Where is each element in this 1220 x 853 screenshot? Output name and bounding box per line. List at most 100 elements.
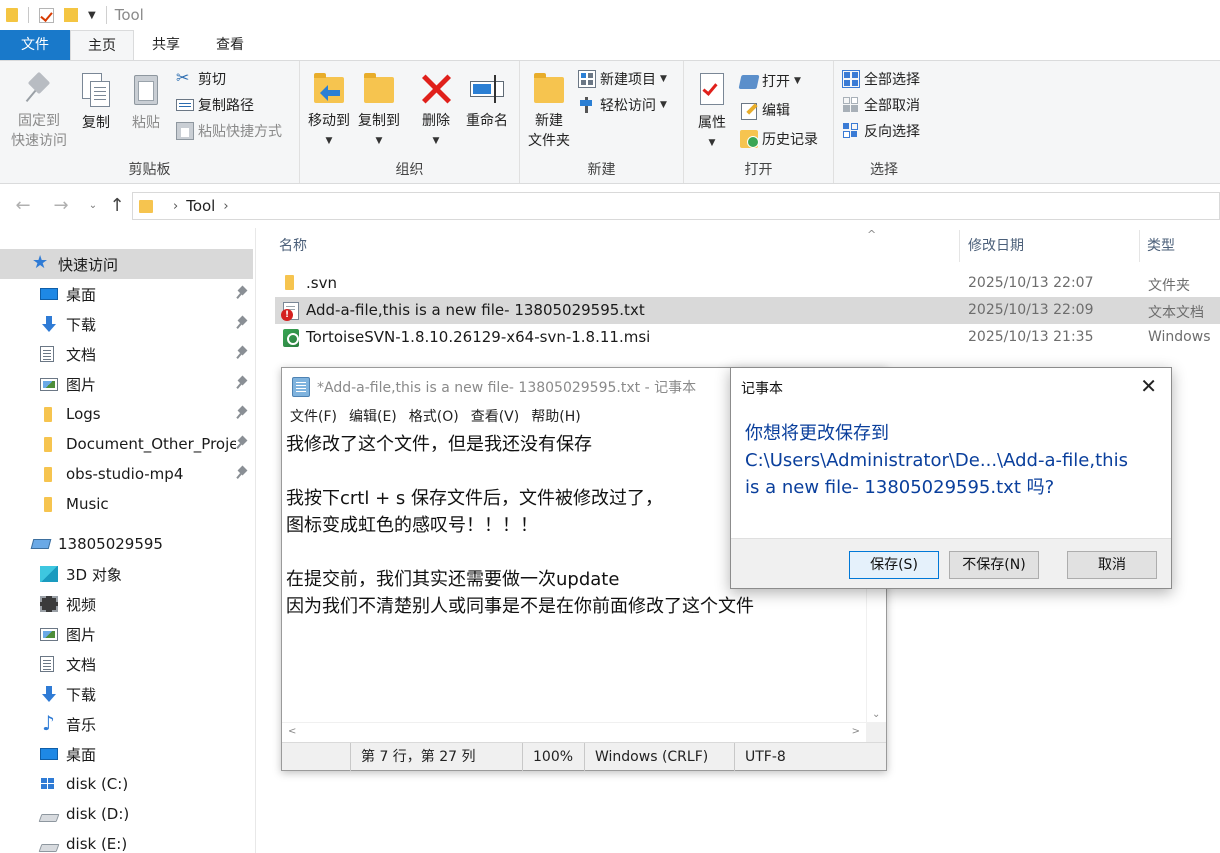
tab-file[interactable]: 文件 xyxy=(0,30,70,60)
menu-edit[interactable]: 编辑(E) xyxy=(341,405,397,429)
scroll-down-icon[interactable]: ⌄ xyxy=(872,709,880,720)
edit-button[interactable]: 编辑 xyxy=(740,98,790,122)
nav-item-pc-pictures[interactable]: 图片 xyxy=(0,619,253,649)
nav-item-pc-desktop[interactable]: 桌面 xyxy=(0,739,253,769)
back-arrow-icon[interactable]: ← xyxy=(10,194,36,218)
drive-icon xyxy=(38,844,60,852)
column-divider[interactable] xyxy=(1139,230,1140,262)
new-folder-label: 新建 文件夹 xyxy=(528,113,570,149)
delete-button[interactable]: 删除 ▼ xyxy=(416,69,456,151)
new-folder-button[interactable]: 新建 文件夹 xyxy=(524,69,574,151)
dont-save-button[interactable]: 不保存(N) xyxy=(949,551,1039,579)
edit-icon xyxy=(740,101,758,120)
properties-icon[interactable] xyxy=(39,7,54,23)
column-divider[interactable] xyxy=(959,230,960,262)
tab-view[interactable]: 查看 xyxy=(198,30,262,60)
chevron-right-icon[interactable]: › xyxy=(173,199,178,214)
nav-item-documents[interactable]: 文档 xyxy=(0,339,253,369)
select-none-button[interactable]: 全部取消 xyxy=(842,93,920,117)
file-row-tortoisesvn-msi[interactable]: TortoiseSVN-1.8.10.26129-x64-svn-1.8.11.… xyxy=(275,324,1220,351)
open-label: 打开 xyxy=(762,74,790,90)
tab-share[interactable]: 共享 xyxy=(134,30,198,60)
breadcrumb-tool[interactable]: Tool xyxy=(186,197,215,215)
invert-selection-icon xyxy=(842,122,860,140)
menu-format[interactable]: 格式(O) xyxy=(401,405,459,429)
scroll-right-icon[interactable]: > xyxy=(852,726,860,737)
address-bar[interactable]: › Tool › xyxy=(132,192,1220,220)
open-button[interactable]: 打开 ▼ xyxy=(738,69,801,93)
recent-locations-chevron-icon[interactable]: ⌄ xyxy=(80,194,106,218)
tab-home[interactable]: 主页 xyxy=(70,30,134,60)
nav-item-pictures[interactable]: 图片 xyxy=(0,369,253,399)
folder-icon xyxy=(44,406,52,422)
scroll-left-icon[interactable]: < xyxy=(288,726,296,737)
horizontal-scrollbar[interactable]: < > xyxy=(282,722,866,742)
menu-help[interactable]: 帮助(H) xyxy=(523,405,580,429)
new-folder-icon[interactable] xyxy=(64,8,78,22)
pin-to-quick-access-button[interactable]: 固定到 快速访问 xyxy=(6,69,72,151)
move-to-button[interactable]: 移动到 ▼ xyxy=(304,69,354,151)
paste-button[interactable]: 粘贴 xyxy=(126,69,166,133)
nav-item-logs[interactable]: Logs xyxy=(0,399,253,429)
nav-item-3d-objects[interactable]: 3D 对象 xyxy=(0,559,253,589)
nav-item-disk-d[interactable]: disk (D:) xyxy=(0,799,253,829)
drive-icon xyxy=(38,814,60,822)
nav-item-label: disk (C:) xyxy=(66,775,129,793)
cancel-button[interactable]: 取消 xyxy=(1067,551,1157,579)
column-header-date[interactable]: 修改日期 xyxy=(968,234,1024,258)
menu-view[interactable]: 查看(V) xyxy=(463,405,520,429)
select-all-button[interactable]: 全部选择 xyxy=(842,67,920,91)
forward-arrow-icon[interactable]: → xyxy=(48,194,74,218)
select-group-label: 选择 xyxy=(870,162,898,178)
paste-shortcut-button[interactable]: 粘贴快捷方式 xyxy=(176,119,282,143)
nav-item-pc-documents[interactable]: 文档 xyxy=(0,649,253,679)
properties-button[interactable]: 属性 ▼ xyxy=(690,69,734,153)
nav-item-label: 快速访问 xyxy=(58,255,119,274)
nav-item-this-pc[interactable]: 13805029595 xyxy=(0,529,253,559)
select-none-icon xyxy=(842,96,860,114)
chevron-right-icon[interactable]: › xyxy=(223,199,228,214)
file-name: .svn xyxy=(306,274,337,292)
document-icon xyxy=(40,346,54,362)
column-header-name[interactable]: 名称 xyxy=(279,234,307,258)
save-button[interactable]: 保存(S) xyxy=(849,551,939,579)
nav-item-label: 视频 xyxy=(66,595,97,614)
copy-button[interactable]: 复制 xyxy=(76,69,116,133)
copy-to-label: 复制到 xyxy=(358,113,400,129)
nav-item-downloads[interactable]: 下载 xyxy=(0,309,253,339)
easy-access-button[interactable]: 轻松访问 ▼ xyxy=(578,93,667,117)
new-item-button[interactable]: 新建项目 ▼ xyxy=(578,67,667,91)
nav-item-quick-access[interactable]: 快速访问 xyxy=(0,249,253,279)
nav-item-music-folder[interactable]: Music xyxy=(0,489,253,519)
menu-file[interactable]: 文件(F) xyxy=(282,405,337,429)
music-icon xyxy=(40,711,58,735)
file-row-add-a-file-txt[interactable]: Add-a-file,this is a new file- 138050295… xyxy=(275,297,1220,324)
customize-dropdown-icon[interactable]: ▼ xyxy=(88,10,96,21)
nav-item-label: 图片 xyxy=(66,625,97,644)
nav-item-videos[interactable]: 视频 xyxy=(0,589,253,619)
select-all-icon xyxy=(842,70,860,88)
copy-to-button[interactable]: 复制到 ▼ xyxy=(354,69,404,151)
file-row-svn[interactable]: .svn 2025/10/13 22:07 文件夹 xyxy=(275,270,1220,297)
column-header-type[interactable]: 类型 xyxy=(1147,234,1175,258)
copy-path-button[interactable]: 复制路径 xyxy=(176,93,254,117)
invert-selection-button[interactable]: 反向选择 xyxy=(842,119,920,143)
history-button[interactable]: 历史记录 xyxy=(740,127,818,151)
rename-button[interactable]: 重命名 xyxy=(460,69,514,131)
nav-item-disk-c[interactable]: disk (C:) xyxy=(0,769,253,799)
nav-item-obs-studio-mp4[interactable]: obs-studio-mp4 xyxy=(0,459,253,489)
document-icon xyxy=(40,656,54,672)
rename-icon xyxy=(468,71,506,107)
clipboard-group-label: 剪贴板 xyxy=(128,162,171,178)
nav-item-pc-music[interactable]: 音乐 xyxy=(0,709,253,739)
resize-grip[interactable] xyxy=(866,722,886,742)
nav-item-desktop[interactable]: 桌面 xyxy=(0,279,253,309)
nav-item-disk-e[interactable]: disk (E:) xyxy=(0,829,253,853)
nav-item-pc-downloads[interactable]: 下载 xyxy=(0,679,253,709)
close-icon[interactable]: ✕ xyxy=(1140,374,1157,398)
up-arrow-icon[interactable]: ↑ xyxy=(104,194,130,218)
nav-item-label: 文档 xyxy=(66,655,97,674)
nav-item-label: Music xyxy=(66,495,109,513)
nav-item-document-other-project[interactable]: Document_Other_Proje xyxy=(0,429,253,459)
cut-button[interactable]: 剪切 xyxy=(176,67,226,91)
